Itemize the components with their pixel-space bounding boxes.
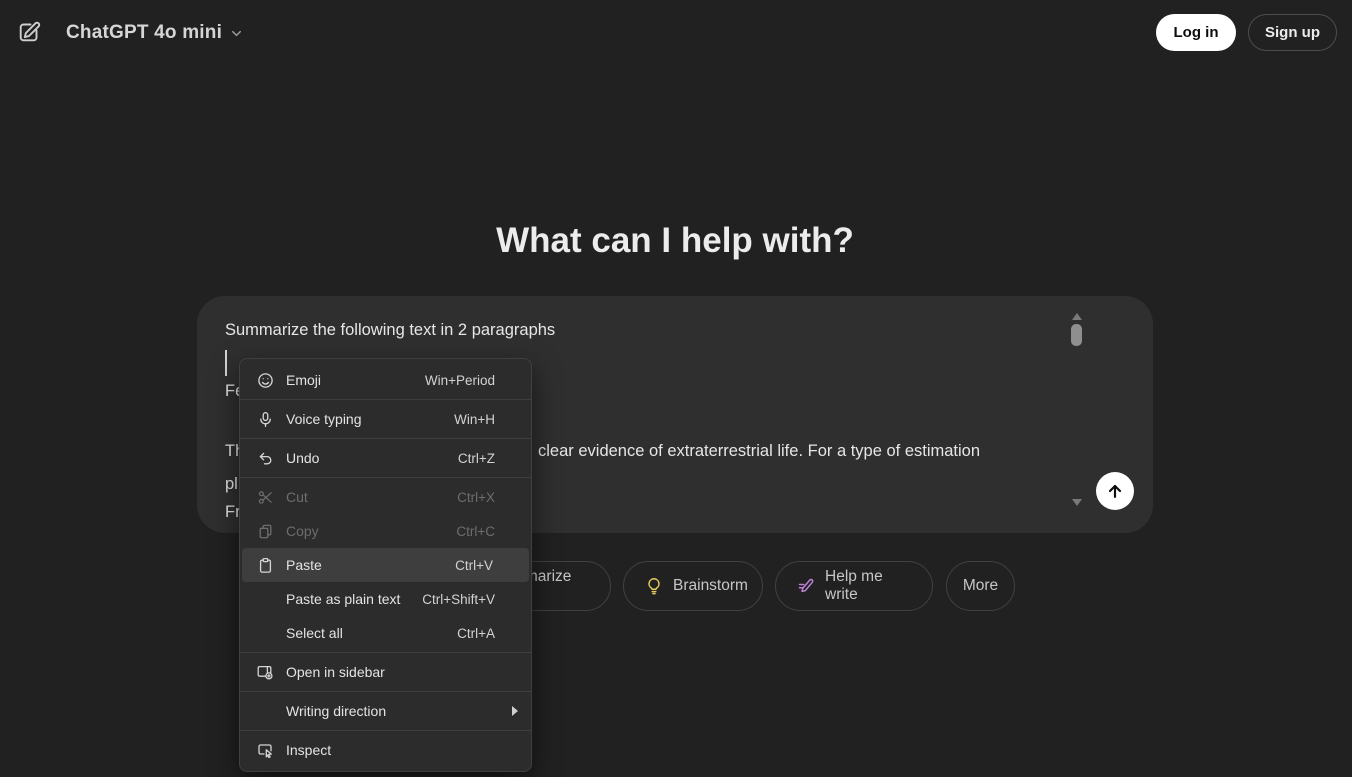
open-in-sidebar-icon [255, 663, 275, 681]
menu-item-shortcut: Ctrl+A [457, 625, 495, 641]
model-switcher[interactable]: ChatGPT 4o mini [66, 18, 244, 48]
menu-item-writing-direction[interactable]: Writing direction [240, 694, 531, 728]
paste-icon [255, 557, 275, 574]
log-in-button[interactable]: Log in [1156, 14, 1236, 51]
scrollbar-up-arrow[interactable] [1072, 313, 1082, 320]
inspect-icon [255, 741, 275, 759]
menu-item-cut: Cut Ctrl+X [240, 480, 531, 514]
chevron-down-icon [229, 26, 244, 41]
menu-separator [240, 477, 531, 478]
chip-label: Help me write [825, 568, 883, 603]
new-chat-button[interactable] [12, 15, 46, 49]
scrollbar-down-arrow[interactable] [1072, 499, 1082, 506]
text-cursor [225, 350, 227, 376]
menu-item-shortcut: Win+H [454, 411, 495, 427]
menu-item-select-all[interactable]: Select all Ctrl+A [240, 616, 531, 650]
menu-item-undo[interactable]: Undo Ctrl+Z [240, 441, 531, 475]
menu-separator [240, 438, 531, 439]
menu-item-paste[interactable]: Paste Ctrl+V [242, 548, 529, 582]
menu-separator [240, 691, 531, 692]
context-menu: Emoji Win+Period Voice typing Win+H Undo… [239, 358, 532, 772]
menu-item-label: Open in sidebar [286, 664, 385, 680]
menu-item-voice-typing[interactable]: Voice typing Win+H [240, 402, 531, 436]
page-title: What can I help with? [496, 221, 854, 260]
menu-item-open-in-sidebar[interactable]: Open in sidebar [240, 655, 531, 689]
menu-item-shortcut: Ctrl+V [455, 557, 493, 573]
chatgpt-window: ChatGPT 4o mini Log in Sign up What can … [0, 0, 1352, 777]
model-title: ChatGPT 4o mini [66, 22, 223, 43]
menu-item-shortcut: Ctrl+C [456, 523, 495, 539]
lightbulb-icon [645, 577, 663, 595]
sign-up-button[interactable]: Sign up [1248, 14, 1337, 51]
emoji-icon [255, 372, 275, 389]
scrollbar-thumb[interactable] [1071, 324, 1082, 346]
chip-label: More [962, 577, 999, 594]
menu-item-shortcut: Ctrl+Z [457, 450, 495, 466]
menu-separator [240, 399, 531, 400]
menu-item-shortcut: Ctrl+Shift+V [422, 591, 495, 607]
prompt-text-visible-line: clear evidence of extraterrestrial life.… [538, 442, 981, 460]
copy-icon [255, 523, 275, 540]
microphone-icon [255, 411, 275, 428]
submenu-arrow-icon [512, 706, 518, 716]
prompt-text-line1: Summarize the following text in 2 paragr… [225, 321, 556, 339]
undo-icon [255, 450, 275, 467]
menu-item-copy: Copy Ctrl+C [240, 514, 531, 548]
chip-label: Brainstorm [673, 577, 748, 594]
menu-item-shortcut: Ctrl+X [457, 489, 495, 505]
menu-item-shortcut: Win+Period [424, 372, 495, 388]
chip-help-me-write[interactable]: Help me write [775, 561, 933, 611]
arrow-up-icon [1105, 481, 1125, 501]
menu-separator [240, 730, 531, 731]
menu-item-label: Writing direction [286, 703, 387, 719]
chip-brainstorm[interactable]: Brainstorm [623, 561, 763, 611]
send-button[interactable] [1096, 472, 1134, 510]
pen-icon [797, 577, 815, 595]
prompt-text-fragment: pl [225, 475, 238, 493]
chip-more[interactable]: More [946, 561, 1015, 611]
menu-item-label: Inspect [286, 742, 332, 758]
compose-icon [16, 19, 42, 45]
menu-item-emoji[interactable]: Emoji Win+Period [240, 363, 531, 397]
scissors-icon [255, 489, 275, 506]
menu-separator [240, 652, 531, 653]
menu-item-inspect[interactable]: Inspect [240, 733, 531, 767]
menu-item-paste-as-plain-text[interactable]: Paste as plain text Ctrl+Shift+V [240, 582, 531, 616]
